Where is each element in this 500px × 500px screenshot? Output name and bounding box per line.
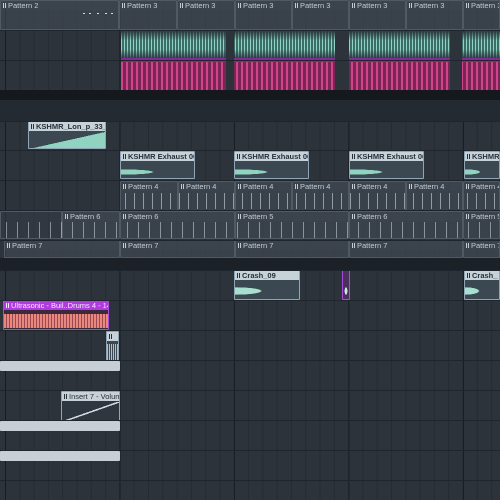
pattern-3-clip[interactable]: Pattern 3	[349, 0, 406, 30]
pattern-3-clip[interactable]: Pattern 3	[119, 0, 177, 30]
waveform	[107, 344, 118, 360]
pattern-7-clip[interactable]: Pattern 7	[235, 240, 349, 258]
clip-label: Pattern 3	[120, 1, 176, 10]
waveform	[235, 166, 308, 178]
clip-label: KSHMR Exhaust 06	[235, 152, 308, 161]
clip-label: Pattern 6	[121, 212, 234, 221]
kshmr-lon-audio-clip[interactable]: KSHMR_Lon_p_33_Clean	[28, 121, 106, 149]
pattern-7-clip[interactable]: Pattern 7	[4, 240, 120, 258]
waveform	[4, 314, 108, 328]
track-separator	[0, 480, 500, 481]
kshmr-exhaust-audio-clip[interactable]: KSHMR Exhaust 06	[120, 151, 195, 179]
waveform	[465, 166, 499, 178]
crash-audio-clip[interactable]: Crash_	[464, 270, 500, 300]
clip-label: Crash_	[465, 271, 499, 280]
track-separator	[0, 360, 500, 361]
crash-audio-clip[interactable]: Crash_09	[234, 270, 300, 300]
waveform	[465, 282, 499, 299]
clip-label: Pattern 4	[121, 182, 177, 191]
pattern-notes	[1, 11, 118, 29]
waveform	[121, 166, 194, 178]
pattern-3-clip[interactable]: Pattern 3	[463, 0, 500, 30]
clip-label: Insert 7 - Volume	[62, 392, 119, 401]
clip-label	[107, 332, 118, 341]
pattern-3-clip[interactable]: Pattern 3	[235, 0, 292, 30]
clip-label: Pattern 4	[407, 182, 462, 191]
clip-label: Pattern 4	[293, 182, 348, 191]
automation-curve	[62, 402, 119, 420]
clip-label: Pattern 7	[5, 241, 119, 250]
pattern-3-clip[interactable]: Pattern 3	[406, 0, 463, 30]
pattern-7-clip[interactable]: Pattern 7	[120, 240, 235, 258]
track-separator	[0, 210, 500, 211]
kshmr-exhaust-audio-clip[interactable]: KSHMR Exhaust 06	[234, 151, 309, 179]
clip-label: Pattern 3	[178, 1, 234, 10]
clip-label: Pattern 2	[1, 1, 118, 10]
clip-label: Pattern 6	[63, 212, 119, 221]
clip-label: Pattern 3	[350, 1, 405, 10]
clip-label: KSHMR_Lon_p_33_Clean	[29, 122, 105, 131]
clip-label: Pattern 7	[350, 241, 462, 250]
pattern-7-clip[interactable]: Pattern 7	[463, 240, 500, 258]
kshmr-exhaust-audio-clip[interactable]: KSHMR Exhaust 06	[349, 151, 424, 179]
magenta-waveform-band	[121, 61, 500, 91]
track-separator	[0, 121, 500, 122]
clip-label: Pattern 3	[236, 1, 291, 10]
playlist-area[interactable]: Pattern 2 Pattern 3 Pattern 3 Pattern 3 …	[0, 0, 500, 500]
empty-track	[0, 90, 500, 100]
clip-label: Pattern 5	[464, 212, 499, 221]
clip-label: Pattern 7	[464, 241, 499, 250]
clip-label: Pattern 3	[293, 1, 348, 10]
clip-label: Pattern 5	[236, 212, 348, 221]
waveform	[29, 132, 105, 148]
clip-label: Pattern 6	[350, 212, 462, 221]
track-separator	[0, 420, 500, 421]
pattern-6-notes	[0, 222, 500, 238]
clip-label: Crash_09	[235, 271, 299, 280]
track-separator	[0, 330, 500, 331]
clip-label: Pattern 4	[464, 182, 499, 191]
pattern-4-notes	[120, 193, 500, 209]
kshmr-exhaust-audio-clip[interactable]: KSHMR E	[464, 151, 500, 179]
track-separator	[0, 150, 500, 151]
track-separator	[0, 240, 500, 241]
pattern-2-clip[interactable]: Pattern 2	[0, 0, 119, 30]
pattern-7-clip[interactable]: Pattern 7	[349, 240, 463, 258]
track-separator	[0, 30, 500, 31]
clip-label: Pattern 4	[236, 182, 291, 191]
track-separator	[0, 180, 500, 181]
clip-label: KSHMR Exhaust 06	[350, 152, 423, 161]
small-purple-clip[interactable]	[342, 270, 350, 300]
automation-clip[interactable]	[0, 361, 120, 371]
waveform	[235, 282, 299, 299]
track-separator	[0, 270, 500, 271]
clip-label: Pattern 4	[350, 182, 405, 191]
teal-waveform-band	[121, 30, 500, 60]
track-separator	[0, 450, 500, 451]
pattern-3-clip[interactable]: Pattern 3	[292, 0, 349, 30]
clip-label: KSHMR Exhaust 06	[121, 152, 194, 161]
clip-label: Pattern 7	[236, 241, 348, 250]
waveform	[343, 283, 349, 299]
ultrasonic-audio-clip[interactable]: Ultrasonic - Buil..Drums 4 - 140 BPM	[3, 300, 109, 330]
automation-clip[interactable]	[0, 451, 120, 461]
insert-7-volume-automation-clip[interactable]: Insert 7 - Volume	[61, 391, 120, 421]
clip-label: Pattern 4	[179, 182, 234, 191]
empty-track	[0, 100, 500, 122]
clip-label: KSHMR E	[465, 152, 499, 161]
track-separator	[0, 300, 500, 301]
waveform	[350, 166, 423, 178]
clip-label: Ultrasonic - Buil..Drums 4 - 140 BPM	[4, 301, 108, 310]
track-separator	[0, 390, 500, 391]
track-separator	[0, 60, 500, 61]
empty-track	[0, 258, 500, 270]
automation-clip[interactable]	[0, 421, 120, 431]
clip-label: Pattern 3	[464, 1, 499, 10]
small-audio-clip[interactable]	[106, 331, 119, 361]
clip-label: Pattern 3	[407, 1, 462, 10]
pattern-3-clip[interactable]: Pattern 3	[177, 0, 235, 30]
clip-label: Pattern 7	[121, 241, 234, 250]
